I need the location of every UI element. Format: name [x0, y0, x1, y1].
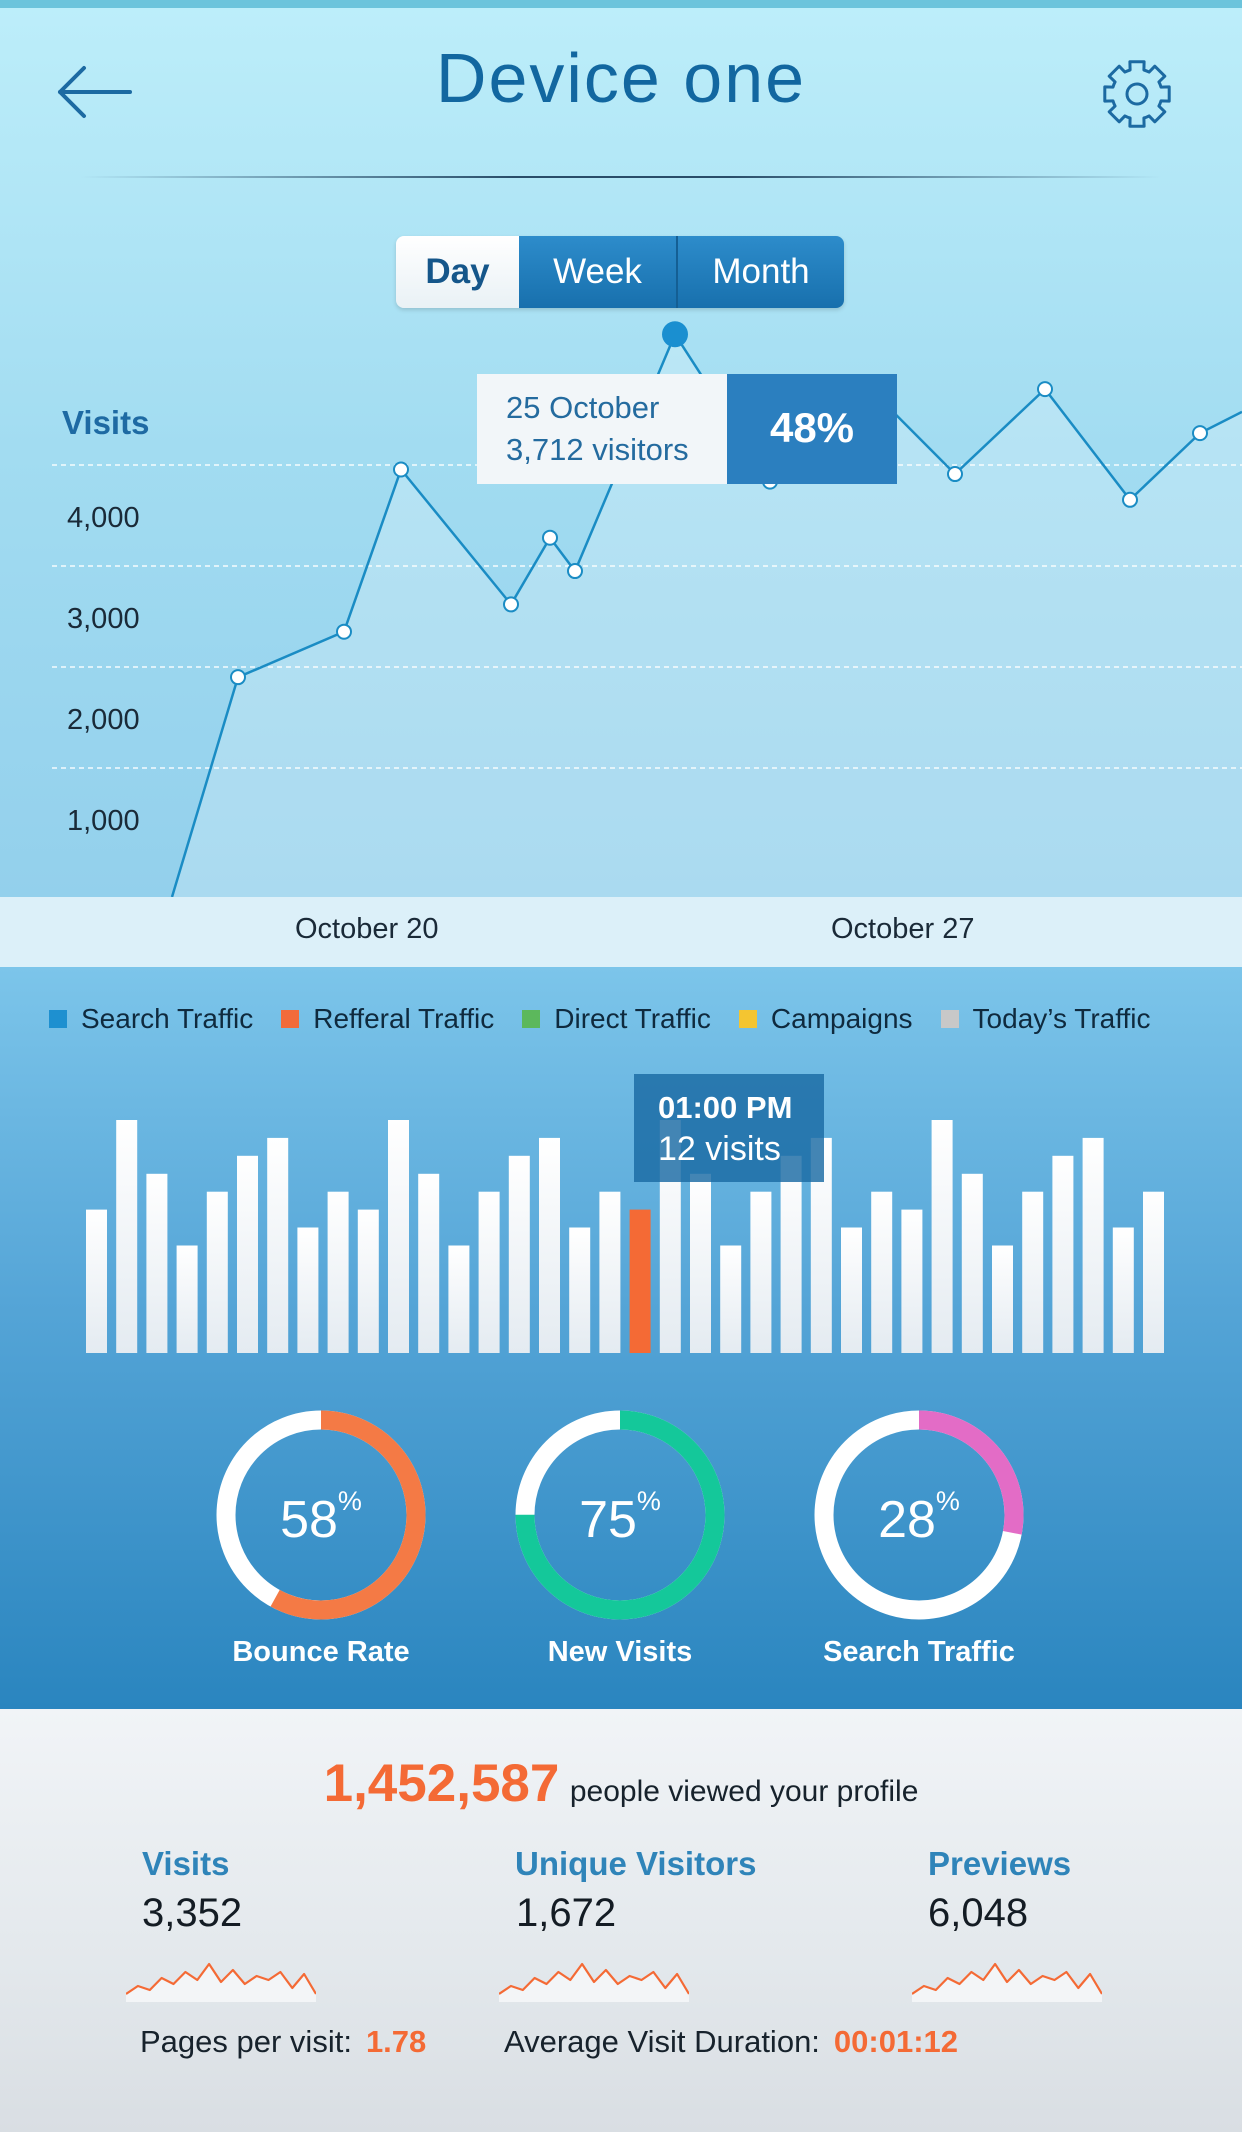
data-point — [336, 623, 352, 640]
profile-views-count: 1,452,587 — [323, 1754, 560, 1813]
bar — [357, 1209, 379, 1353]
pages-per-visit-value: 1.78 — [365, 2024, 427, 2059]
data-point — [393, 461, 409, 478]
bar — [388, 1120, 409, 1353]
y-axis-label: Visits — [62, 404, 149, 441]
bar-tooltip: 01:00 PM 12 visits — [634, 1074, 824, 1182]
bar — [992, 1245, 1013, 1353]
stat-value-visits: 3,352 — [142, 1891, 243, 1935]
bar — [1143, 1191, 1164, 1353]
bar — [1052, 1155, 1074, 1353]
app-root: Device one Day Week Month 1,000 2,000 3,00… — [0, 0, 1242, 2132]
pages-per-visit: Pages per visit: 1.78 — [140, 2024, 426, 2060]
bar — [418, 1173, 440, 1353]
search-traffic-value: 28% — [878, 1486, 960, 1549]
previews-sparkline — [912, 1962, 1102, 2002]
bar — [841, 1227, 862, 1353]
bar — [206, 1191, 228, 1353]
bar — [176, 1245, 198, 1353]
bar — [86, 1209, 107, 1353]
bar — [931, 1120, 953, 1353]
avg-duration-value: 00:01:12 — [833, 2024, 959, 2059]
highlighted-bar — [629, 1209, 651, 1353]
bar — [1022, 1191, 1044, 1353]
bounce-rate-value: 58% — [280, 1486, 362, 1549]
stat-value-unique-visitors: 1,672 — [516, 1891, 617, 1935]
bar — [508, 1155, 530, 1353]
bar — [327, 1191, 349, 1353]
bar — [961, 1173, 983, 1353]
visits-sparkline — [126, 1962, 316, 2002]
bar — [146, 1173, 168, 1353]
data-point — [503, 596, 519, 613]
bar — [750, 1191, 772, 1353]
tooltip-date: 25 October — [506, 390, 659, 425]
bar — [901, 1209, 923, 1353]
visits-line-chart: 1,000 2,000 3,000 4,000 Visits 25 October 3,71… — [52, 321, 1242, 897]
bar — [297, 1227, 319, 1353]
bar — [448, 1245, 470, 1353]
search-traffic-label: Search Traffic — [823, 1636, 1015, 1668]
pages-per-visit-label: Pages per visit: — [140, 2024, 352, 2059]
highlight-point — [662, 321, 688, 348]
bar — [267, 1137, 289, 1353]
bar — [478, 1191, 500, 1353]
tooltip-percent: 48% — [770, 404, 854, 451]
bar — [1112, 1227, 1134, 1353]
unique-visitors-sparkline — [499, 1962, 689, 2002]
data-point — [1192, 425, 1208, 442]
x-axis-band — [0, 897, 1242, 967]
bar — [690, 1173, 711, 1353]
profile-views-text: people viewed your profile — [569, 1775, 919, 1808]
new-visits-value: 75% — [579, 1486, 661, 1549]
bar — [720, 1245, 742, 1353]
profile-views-line: 1,452,587 people viewed your profile — [0, 1753, 1242, 1814]
header-chart-section: Device one Day Week Month 1,000 2,000 3,00… — [0, 0, 1242, 897]
hourly-bar-chart — [86, 1120, 1164, 1353]
data-point — [542, 529, 558, 546]
bar — [599, 1191, 621, 1353]
data-point — [567, 563, 583, 580]
new-visits-label: New Visits — [547, 1636, 693, 1668]
data-point — [1037, 381, 1053, 398]
data-point — [1122, 491, 1138, 508]
y-tick-label: 2,000 — [67, 704, 140, 736]
bar — [871, 1191, 893, 1353]
avg-duration-label: Average Visit Duration: — [504, 2024, 820, 2059]
bar — [539, 1137, 560, 1353]
x-tick-label: October 27 — [831, 913, 975, 945]
stat-label-unique-visitors: Unique Visitors — [515, 1845, 757, 1882]
average-visit-duration: Average Visit Duration: 00:01:12 — [504, 2024, 958, 2060]
tooltip-visitors: 3,712 visitors — [506, 432, 689, 467]
data-point — [230, 669, 246, 686]
x-tick-label: October 20 — [295, 913, 439, 945]
y-tick-label: 1,000 — [67, 805, 140, 837]
y-tick-label: 4,000 — [67, 502, 140, 534]
bar — [1082, 1137, 1104, 1353]
bounce-rate-label: Bounce Rate — [232, 1636, 410, 1668]
bar — [116, 1120, 138, 1353]
bar — [780, 1155, 802, 1353]
stat-label-previews: Previews — [928, 1845, 1072, 1882]
tooltip-visits: 12 visits — [658, 1130, 781, 1168]
bar — [569, 1227, 591, 1353]
stat-value-previews: 6,048 — [928, 1891, 1029, 1935]
bar — [237, 1155, 258, 1353]
stat-label-visits: Visits — [142, 1845, 230, 1882]
data-point — [947, 466, 963, 483]
y-tick-label: 3,000 — [67, 603, 140, 635]
tooltip-time: 01:00 PM — [658, 1090, 793, 1125]
